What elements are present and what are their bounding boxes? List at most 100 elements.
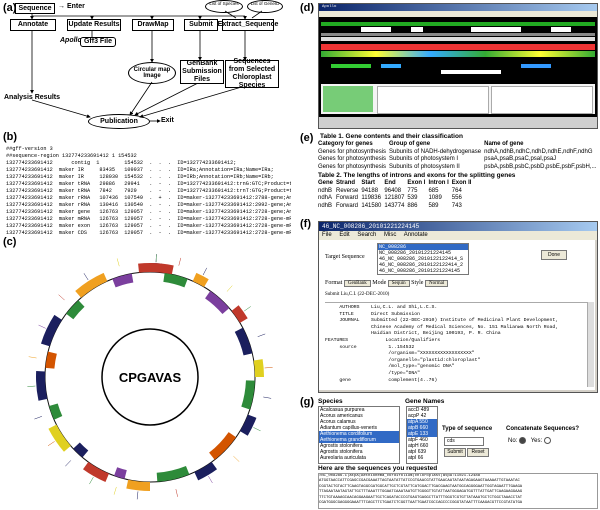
- apollo-menubar: [319, 11, 597, 17]
- yes-radio[interactable]: [543, 437, 551, 444]
- sequin-window: 46_NC_008286_20101221224145 File Edit Se…: [318, 221, 598, 393]
- record-line: gene complement(4..76): [325, 377, 438, 383]
- gene-segment: [163, 273, 188, 288]
- gene-names-label: Gene Names: [405, 398, 445, 405]
- analysis-results-label: Analysis Results: [4, 94, 61, 101]
- gff3-file-box: Gff3 File: [80, 37, 116, 47]
- ruler-track: [321, 44, 595, 50]
- gene-tick: [202, 267, 208, 276]
- track-lower: [321, 58, 595, 82]
- track-upper: [321, 20, 595, 42]
- gene-tick: [116, 258, 120, 267]
- done-button[interactable]: Done: [541, 250, 567, 260]
- gff-row: 132774233691412 maker rRNA 130416 130540…: [6, 202, 291, 208]
- species-list[interactable]: Acalcasua purpurea Acorus americanus Aco…: [318, 406, 400, 464]
- table-row: Gene Strand Start End Exon I Intron I Exon II: [318, 180, 472, 186]
- style-select[interactable]: Normal: [424, 280, 449, 287]
- menu-file[interactable]: File: [322, 232, 332, 238]
- circular-genome-map: CPGAVAS: [27, 254, 273, 500]
- panel-d-label: (d): [300, 2, 315, 14]
- sequin-menubar: File Edit Search Misc Annotate: [319, 231, 597, 240]
- intron-exon-table: Gene Strand Start End Exon I Intron I Exon II…: [318, 180, 474, 210]
- target-sequence-label: Target Sequence: [325, 254, 365, 260]
- type-of-sequence-label: Type of sequence: [442, 426, 493, 432]
- record-line: Haidian District, Beijing 100193, P. R. …: [325, 331, 501, 337]
- gff-row: 132774233691412 maker IR 83435 109937 . …: [6, 167, 274, 173]
- mode-select[interactable]: Sequin: [387, 280, 410, 287]
- gene-names-list[interactable]: accD 489 acpP 42 atpA 550 atpB 660 atpE …: [406, 406, 438, 464]
- gene-tick: [226, 285, 233, 292]
- annotate-box: Annotate: [10, 19, 56, 31]
- list-item[interactable]: 46_NC_008286_20101221224145: [378, 268, 468, 274]
- list-item[interactable]: atpI 66: [407, 455, 437, 461]
- gene-segment: [239, 414, 257, 436]
- reset-button[interactable]: Reset: [467, 448, 489, 457]
- gene-tick: [253, 427, 261, 432]
- gene-segment: [114, 467, 127, 479]
- gene-segment: [49, 403, 63, 420]
- panel-g-label: (g): [300, 396, 315, 408]
- gff-row: 132774233691412 maker mRNA 126763 129057…: [6, 216, 291, 222]
- gene-tick: [233, 455, 240, 462]
- table-header: Name of gene: [484, 141, 524, 147]
- record-line: JOURNAL Submitted (22-DEC-2010) Institut…: [325, 318, 559, 324]
- sequence-line: CGATGGGCGAGGGGAAATTTCAGCTTCTGAATCTCGGTTA…: [319, 501, 523, 506]
- map-title: CPGAVAS: [119, 370, 182, 385]
- gene-segment: [253, 359, 264, 378]
- record-line: /organism="XXXXXXXXXXXXXXXXXX": [325, 351, 475, 357]
- record-line: AUTHORS Liu,C.L. and Shi,L.C.S.: [325, 305, 438, 310]
- gene-segment: [138, 263, 174, 275]
- table-row: ndhB Reverse 94188 96408 775 685 764: [318, 187, 462, 194]
- menu-misc[interactable]: Misc: [384, 232, 396, 238]
- format-row: Format GenBank Mode Sequin Style Normal: [325, 280, 449, 287]
- gene-tick: [47, 441, 55, 446]
- menu-annotate[interactable]: Annotate: [404, 232, 428, 238]
- gene-tick: [208, 475, 213, 484]
- gene-tick: [244, 306, 251, 312]
- gene-tick: [257, 333, 266, 337]
- gff-row: 132774233691412 maker rRNA 107436 107549…: [6, 195, 291, 201]
- menu-edit[interactable]: Edit: [339, 232, 349, 238]
- apollo-statusbar: [319, 117, 597, 128]
- gene-segment: [126, 479, 151, 491]
- no-radio[interactable]: [519, 437, 527, 444]
- gff-row: 132774233691412 maker IR 128030 154532 .…: [6, 174, 274, 180]
- gff-header-1: ##gff-version 3: [6, 146, 53, 152]
- list-item[interactable]: Aureolaria auriculata: [319, 455, 399, 461]
- table-row: Genes for photosynthesis Subunits of NADH…: [318, 148, 593, 155]
- table-row: Category for genes Group of gene Name of…: [318, 141, 600, 149]
- submit-button[interactable]: Submit: [444, 448, 466, 457]
- gene-segment: [234, 327, 253, 356]
- list-species-oval: List of Species: [205, 0, 243, 13]
- menu-search[interactable]: Search: [357, 232, 376, 238]
- gene-table: [321, 84, 595, 114]
- table1-title: Table 1. Gene contents and their classif…: [320, 133, 463, 140]
- gff-row: 132774233691412 maker CDS 126763 129057 …: [6, 230, 291, 236]
- gene-tick: [34, 416, 43, 420]
- gene-tick: [175, 488, 178, 497]
- sequin-titlebar: 46_NC_008286_20101221224145: [319, 222, 597, 231]
- gene-segment: [231, 305, 248, 323]
- panel-b-label: (b): [3, 131, 18, 143]
- gene-segment: [194, 461, 218, 481]
- enter-label: → Enter: [58, 3, 85, 10]
- scrollbar[interactable]: [587, 302, 594, 387]
- gene-segment: [241, 380, 255, 410]
- gff-row: 132774233691412 maker tRNA 7842 7929 . -…: [6, 188, 291, 194]
- gene-tick: [136, 491, 139, 500]
- gene-segment: [204, 290, 230, 315]
- drawmap-box: DrawMap: [132, 19, 174, 31]
- gff-rows: 132774233691412 contig 1 154532 . . . ID…: [6, 160, 291, 237]
- gene-tick: [113, 486, 117, 495]
- gene-tick: [178, 257, 182, 266]
- publication-oval: Publication: [88, 114, 150, 129]
- format-select[interactable]: GenBank: [343, 280, 371, 287]
- table-header: Category for genes: [318, 141, 373, 147]
- sequence-type-select[interactable]: cds: [444, 437, 484, 446]
- apollo-titlebar: Apollo: [319, 4, 597, 11]
- list-genes-oval: List of GeneID: [247, 0, 283, 13]
- sequence-output[interactable]: >NC_008286.1|atpA|Aethionema_cordifolium…: [318, 473, 598, 509]
- target-sequence-list[interactable]: NC_008286 NC_008286_20101221224145 46_NC…: [377, 243, 469, 275]
- sequence-track: [321, 51, 595, 57]
- gene-segment: [75, 272, 108, 298]
